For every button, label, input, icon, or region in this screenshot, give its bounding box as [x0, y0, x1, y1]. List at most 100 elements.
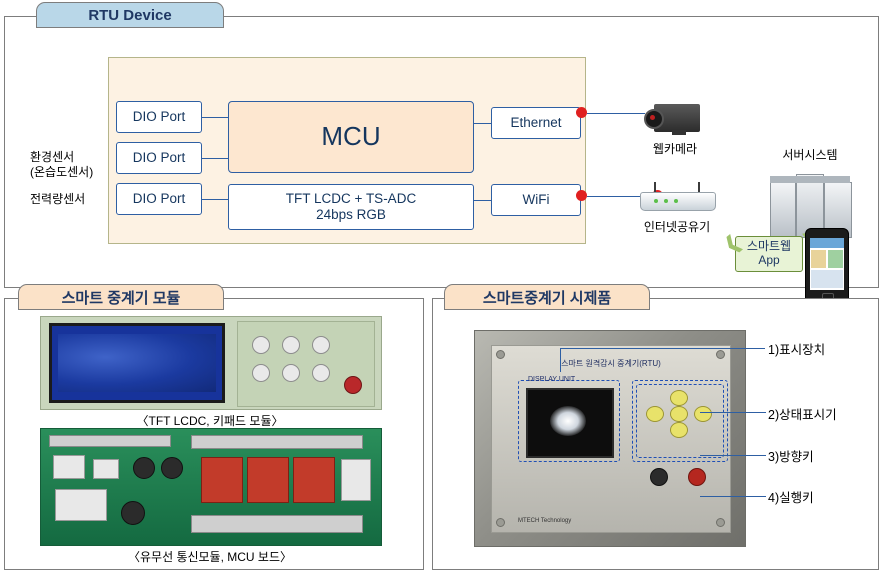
router-body	[640, 192, 716, 211]
callout-1-display: 1)표시장치	[768, 343, 826, 357]
dio-port-3: DIO Port	[116, 183, 202, 215]
wire-dio3-tft	[202, 199, 228, 201]
lcd-keypad-photo	[40, 316, 382, 410]
phone-screen-header	[810, 238, 844, 248]
env-sensor-line2: (온습도센서)	[30, 165, 94, 179]
router-led-3	[674, 199, 678, 203]
pcb-chip-1	[53, 455, 85, 479]
callout-line-1-drop	[560, 348, 561, 372]
ethernet-port-dot	[576, 107, 587, 118]
callout-2-status: 2)상태표시기	[768, 408, 837, 422]
router-caption: 인터넷공유기	[643, 220, 711, 234]
direction-key-left	[646, 406, 664, 422]
prototype-panel-title: 스마트중계기 시제품	[444, 284, 650, 310]
diagram-root: RTU Device DIO Port DIO Port DIO Port MC…	[0, 0, 883, 577]
mcu-board-photo	[40, 428, 382, 546]
wire-dio1-mcu	[202, 117, 228, 119]
smart-web-app-line2: App	[758, 253, 780, 267]
power-sensor-label: 전력량센서	[30, 192, 86, 206]
env-sensor-label: 환경센서 (온습도센서)	[30, 150, 126, 180]
ethernet-block: Ethernet	[491, 107, 581, 139]
wire-dio2-mcu	[202, 158, 228, 160]
webcam-icon	[644, 104, 704, 135]
callout-line-2	[700, 412, 766, 414]
direction-key-right	[694, 406, 712, 422]
module-panel-title: 스마트 중계기 모듈	[18, 284, 224, 310]
pcb-terminal-block	[191, 515, 363, 533]
router-icon	[640, 182, 716, 212]
pcb-capacitor-3	[121, 501, 145, 525]
direction-keypad	[642, 390, 716, 452]
pcb-module-1	[55, 489, 107, 521]
server-top-plate	[770, 176, 850, 183]
smart-web-app-line1: 스마트웹	[746, 239, 792, 254]
keypad-key-1	[252, 336, 270, 354]
router-led-2	[664, 199, 668, 203]
keypad-key-6	[312, 364, 330, 382]
direction-key-down	[670, 422, 688, 438]
device-footer-text: MTECH Technology	[518, 518, 572, 524]
lcd-display	[49, 323, 225, 403]
smartphone-screen	[810, 238, 844, 290]
dio-port-2: DIO Port	[116, 142, 202, 174]
tft-lcdc-line2: 24bps RGB	[316, 207, 386, 222]
dio-port-1: DIO Port	[116, 101, 202, 133]
direction-key-center	[670, 406, 688, 422]
env-sensor-line1: 환경센서	[30, 150, 75, 164]
keypad-key-5	[282, 364, 300, 382]
device-front-panel: 스마트 원격감시 중계기(RTU) DISPLAY UNIT MTECH Tec…	[491, 345, 731, 533]
rtu-prototype-photo: 스마트 원격감시 중계기(RTU) DISPLAY UNIT MTECH Tec…	[474, 330, 746, 547]
execute-key-black	[650, 468, 668, 486]
phone-screen-tile-3	[811, 270, 843, 288]
pcb-relay-1	[201, 457, 243, 503]
callout-line-4	[700, 496, 766, 498]
tft-lcdc-line1: TFT LCDC + TS-ADC	[285, 191, 417, 207]
display-unit-screen	[526, 388, 614, 458]
pcb-relay-2	[247, 457, 289, 503]
screw-top-left	[496, 350, 505, 359]
callout-line-1	[560, 348, 765, 350]
pcb-capacitor-2	[161, 457, 183, 479]
smartphone-icon	[805, 228, 849, 306]
keypad-key-2	[282, 336, 300, 354]
mcu-block: MCU	[228, 101, 474, 173]
webcam-stand	[672, 130, 686, 135]
pcb-relay-3	[293, 457, 335, 503]
keypad-key-red	[344, 376, 362, 394]
screw-bottom-left	[496, 518, 505, 527]
display-unit-label: DISPLAY UNIT	[528, 376, 576, 383]
webcam-caption: 웹카메라	[652, 142, 698, 156]
router-led-1	[654, 199, 658, 203]
phone-screen-tile-1	[811, 250, 826, 268]
webcam-lens	[644, 109, 664, 129]
callout-3-direction: 3)방향키	[768, 450, 814, 464]
phone-screen-tile-2	[828, 250, 843, 268]
pcb-capacitor-1	[133, 457, 155, 479]
server-caption: 서버시스템	[782, 148, 838, 162]
callout-line-3	[700, 455, 766, 457]
device-title-text: 스마트 원격감시 중계기(RTU)	[561, 359, 661, 368]
module-caption-top: 〈TFT LCDC, 키패드 모듈〉	[136, 414, 284, 428]
direction-key-up	[670, 390, 688, 406]
pcb-connector-top	[49, 435, 171, 447]
wire-ethernet-camera	[587, 113, 645, 115]
pcb-chip-3	[341, 459, 371, 501]
keypad-key-3	[312, 336, 330, 354]
rtu-device-panel-title: RTU Device	[36, 2, 224, 28]
smart-web-app-box: 스마트웹 App	[735, 236, 803, 272]
server-rack-left	[770, 182, 796, 238]
screw-top-right	[716, 350, 725, 359]
keypad-key-4	[252, 364, 270, 382]
wire-mcu-ethernet	[474, 123, 491, 125]
callout-4-execute: 4)실행키	[768, 491, 814, 505]
screw-bottom-right	[716, 518, 725, 527]
pcb-chip-2	[93, 459, 119, 479]
pcb-header-top	[191, 435, 363, 449]
keypad-board	[237, 321, 375, 407]
module-caption-bottom: 〈유무선 통신모듈, MCU 보드〉	[127, 550, 293, 564]
wifi-block: WiFi	[491, 184, 581, 216]
execute-key-red	[688, 468, 706, 486]
wifi-port-dot	[576, 190, 587, 201]
wire-mcu-wifi	[474, 200, 491, 202]
tft-lcdc-block: TFT LCDC + TS-ADC 24bps RGB	[228, 184, 474, 230]
